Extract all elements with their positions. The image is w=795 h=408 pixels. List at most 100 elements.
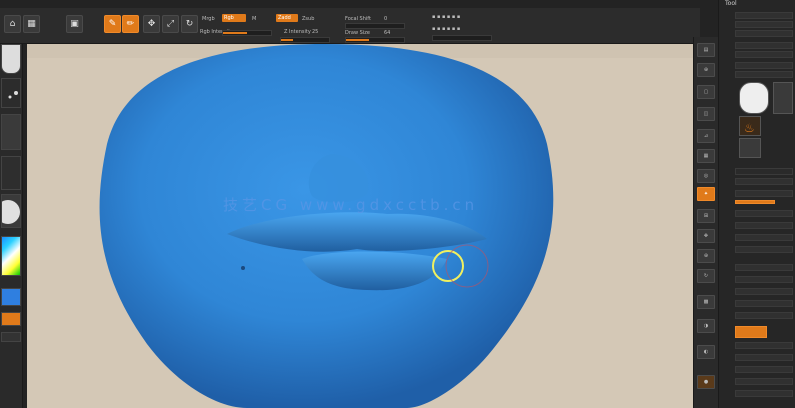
visibility-row[interactable] — [735, 354, 793, 361]
material-thumbnail[interactable] — [0, 194, 21, 228]
rotate-button[interactable]: ↻ — [181, 15, 198, 33]
top-toolbar: ⌂ ▦ ▣ ✎ ✏ ✥ ⤢ ↻ Mrgb Rgb M Zadd Zsub Rgb… — [0, 8, 700, 44]
switch-color-button[interactable] — [1, 312, 21, 326]
clone-button[interactable] — [735, 71, 793, 78]
rgb-label: Rgb — [224, 15, 234, 21]
move-view-button[interactable]: ✥ — [697, 229, 715, 243]
rgb-intensity-slider[interactable] — [222, 30, 272, 36]
lightbox-button[interactable]: ▦ — [23, 15, 40, 33]
mrgb-label[interactable]: Mrgb — [202, 16, 215, 22]
polygroups-row[interactable] — [735, 366, 793, 373]
divide-row[interactable] — [735, 190, 793, 197]
focal-shift-value: 0 — [384, 16, 388, 22]
dynamic-label: ▪ ▪ ▪ ▪ ▪ ▪ — [432, 14, 461, 20]
scroll-button[interactable]: ▤ — [697, 43, 715, 57]
scale-icon: ⤢ — [166, 19, 175, 29]
draw-size-slider[interactable] — [345, 37, 405, 43]
subtool-header[interactable] — [735, 168, 793, 175]
zbrush-window: ⌂ ▦ ▣ ✎ ✏ ✥ ⤢ ↻ Mrgb Rgb M Zadd Zsub Rgb… — [0, 0, 795, 408]
polyf-button[interactable]: ▩ — [697, 295, 715, 309]
z-intensity-fill — [281, 39, 293, 41]
actual-button[interactable]: ▢ — [697, 85, 715, 99]
import-button[interactable] — [735, 30, 793, 37]
preview-row[interactable] — [735, 300, 793, 307]
home-button[interactable]: ⌂ — [4, 15, 21, 33]
alpha-thumbnail[interactable] — [1, 114, 21, 150]
draw-size-fill — [346, 39, 370, 41]
sculpt-viewport[interactable] — [27, 44, 693, 408]
load-tool-button[interactable] — [735, 12, 793, 19]
zoom-button[interactable]: ⊕ — [697, 63, 715, 77]
focal-shift-slider[interactable] — [345, 23, 405, 29]
tool-palette: Tool ♨ — [718, 0, 795, 408]
tool-palette-title: Tool — [725, 0, 737, 7]
deformation-button[interactable] — [735, 326, 767, 338]
z-intensity-label: Z Intensity — [284, 29, 311, 35]
draw-size-label: Draw Size — [345, 30, 370, 36]
solo-button[interactable]: ● — [697, 375, 715, 389]
transp-button[interactable]: ◑ — [697, 319, 715, 333]
rotate-view-button[interactable]: ↻ — [697, 269, 715, 283]
copy-tool-button[interactable] — [735, 21, 793, 28]
color-picker[interactable] — [1, 236, 21, 276]
masking-row[interactable] — [735, 342, 793, 349]
zadd-toggle[interactable]: Zadd — [276, 14, 298, 22]
zsub-label[interactable]: Zsub — [302, 16, 314, 22]
tool-thumbnail-3[interactable]: ♨ — [739, 116, 761, 136]
frame-button[interactable]: ⊞ — [697, 209, 715, 223]
dynamesh-row[interactable] — [735, 222, 793, 229]
persp-button[interactable]: ⊿ — [697, 129, 715, 143]
dots-icon — [8, 91, 18, 99]
surface-marker — [241, 266, 245, 270]
ghost-button[interactable]: ◐ — [697, 345, 715, 359]
projection-button[interactable]: ▣ — [66, 15, 83, 33]
sdiv-slider[interactable] — [735, 200, 775, 204]
edit-button[interactable]: ✎ — [104, 15, 121, 33]
move-button[interactable]: ✥ — [143, 15, 160, 33]
layers-row[interactable] — [735, 264, 793, 271]
zoom3d-button[interactable]: ⊕ — [697, 249, 715, 263]
move-icon: ✥ — [147, 19, 156, 29]
local-button[interactable]: ◎ — [697, 169, 715, 183]
texture-thumbnail[interactable] — [1, 156, 21, 190]
brush-thumbnail[interactable] — [1, 44, 21, 74]
rotate-icon: ↻ — [185, 19, 194, 29]
gradient-button[interactable] — [1, 332, 21, 342]
goz-button[interactable] — [735, 42, 793, 49]
aahalf-button[interactable]: ◫ — [697, 107, 715, 121]
floor-button[interactable]: ▦ — [697, 149, 715, 163]
xyz-button[interactable]: ✦ — [697, 187, 715, 201]
tool-thumbnail-2[interactable] — [773, 82, 793, 114]
scale-button[interactable]: ⤢ — [162, 15, 179, 33]
z-intensity-value: 25 — [312, 29, 319, 35]
rgb-intensity-fill — [223, 32, 247, 34]
m-label[interactable]: M — [252, 16, 256, 22]
lightbox-tools-button[interactable] — [735, 51, 793, 58]
geometry-hd-row[interactable] — [735, 288, 793, 295]
focal-shift-label: Focal Shift — [345, 16, 371, 22]
material-sphere-icon — [0, 200, 20, 224]
rgb-toggle[interactable]: Rgb — [222, 14, 246, 22]
document-canvas[interactable]: 技艺CG www.gdxcctb.cn — [27, 44, 693, 408]
zadd-label: Zadd — [278, 15, 291, 21]
total-points-slider[interactable] — [432, 35, 492, 41]
current-tool-thumbnail[interactable] — [739, 82, 769, 114]
draw-icon: ✏ — [126, 19, 135, 29]
reconstruct-row[interactable] — [735, 210, 793, 217]
draw-button[interactable]: ✏ — [122, 15, 139, 33]
main-color-swatch[interactable] — [1, 288, 21, 306]
modify-topology-row[interactable] — [735, 246, 793, 253]
zremesher-row[interactable] — [735, 234, 793, 241]
surface-row[interactable] — [735, 312, 793, 319]
left-shelf — [0, 44, 23, 408]
morph-target-row[interactable] — [735, 390, 793, 397]
make-polymesh-button[interactable] — [735, 62, 793, 69]
draw-size-value: 64 — [384, 30, 391, 36]
stroke-thumbnail[interactable] — [1, 78, 21, 108]
tool-thumbnail-4[interactable] — [739, 138, 761, 158]
geometry-header[interactable] — [735, 178, 793, 185]
z-intensity-slider[interactable] — [280, 37, 330, 43]
fibermesh-row[interactable] — [735, 276, 793, 283]
flame-icon: ♨ — [744, 121, 755, 135]
contact-row[interactable] — [735, 378, 793, 385]
